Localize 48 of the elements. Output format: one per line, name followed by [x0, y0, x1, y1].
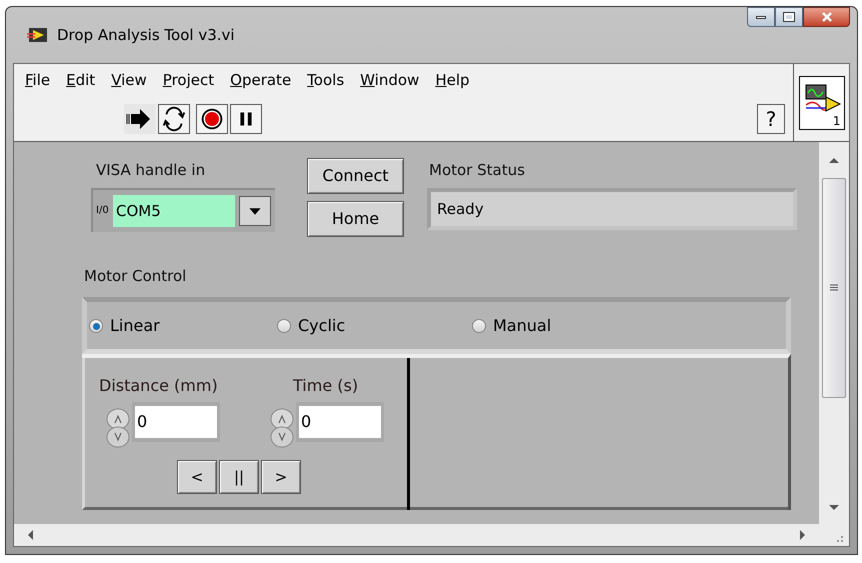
abort-icon[interactable] — [196, 104, 228, 134]
menu-item[interactable]: Project — [154, 69, 222, 92]
app-icon — [27, 27, 49, 43]
menu-item[interactable]: Window — [352, 69, 428, 92]
scroll-up-icon[interactable] — [828, 156, 840, 164]
minimize-button[interactable] — [747, 7, 775, 27]
horizontal-scrollbar[interactable] — [14, 524, 819, 546]
nav-button[interactable]: || — [219, 460, 259, 494]
maximize-button[interactable] — [775, 7, 803, 27]
pause-icon[interactable] — [230, 104, 262, 134]
field-label: Time (s) — [293, 375, 358, 397]
numeric-field[interactable]: 0 — [296, 402, 384, 442]
menu-item[interactable]: Edit — [58, 69, 104, 92]
menu-item[interactable]: File — [17, 69, 58, 92]
menu-item[interactable]: Operate — [222, 69, 300, 92]
field-label: Motor Status — [429, 160, 525, 181]
close-icon — [820, 12, 832, 22]
scroll-thumb[interactable] — [822, 178, 846, 398]
vertical-scrollbar[interactable] — [819, 142, 849, 524]
nav-button[interactable]: > — [261, 460, 301, 494]
vi-icon-number: 1 — [832, 114, 840, 126]
scroll-down-icon[interactable] — [828, 504, 840, 512]
status-indicator: Ready — [427, 188, 797, 230]
run-continuous-icon[interactable] — [158, 104, 190, 134]
spinner-icon[interactable] — [105, 408, 131, 448]
field-label: Distance (mm) — [99, 375, 218, 397]
field-label: VISA handle in — [96, 160, 206, 181]
field-label: Motor Control — [84, 266, 186, 287]
panel-button[interactable]: Connect — [307, 158, 404, 194]
menu-item[interactable]: Help — [427, 69, 478, 92]
window-title: Drop Analysis Tool v3.vi — [57, 24, 235, 46]
panel-button[interactable]: Home — [307, 201, 404, 237]
spinner-icon[interactable] — [269, 408, 295, 448]
numeric-field[interactable]: 0 — [132, 402, 220, 442]
visa-value: COM5 — [113, 195, 235, 227]
radio-option[interactable]: Linear — [89, 314, 160, 338]
help-button[interactable]: ? — [757, 104, 785, 134]
close-button[interactable] — [803, 7, 850, 27]
scroll-right-icon[interactable] — [799, 529, 807, 541]
menu-item[interactable]: View — [103, 69, 155, 92]
nav-button[interactable]: < — [177, 460, 217, 494]
visa-dropdown[interactable]: I/0 COM5 — [91, 188, 275, 232]
menu-item[interactable]: Tools — [299, 69, 352, 92]
io-prefix: I/0 — [96, 206, 110, 216]
scroll-left-icon[interactable] — [26, 529, 34, 541]
radio-option[interactable]: Manual — [472, 314, 552, 338]
radio-option[interactable]: Cyclic — [277, 314, 346, 338]
vi-icon — [804, 82, 842, 112]
